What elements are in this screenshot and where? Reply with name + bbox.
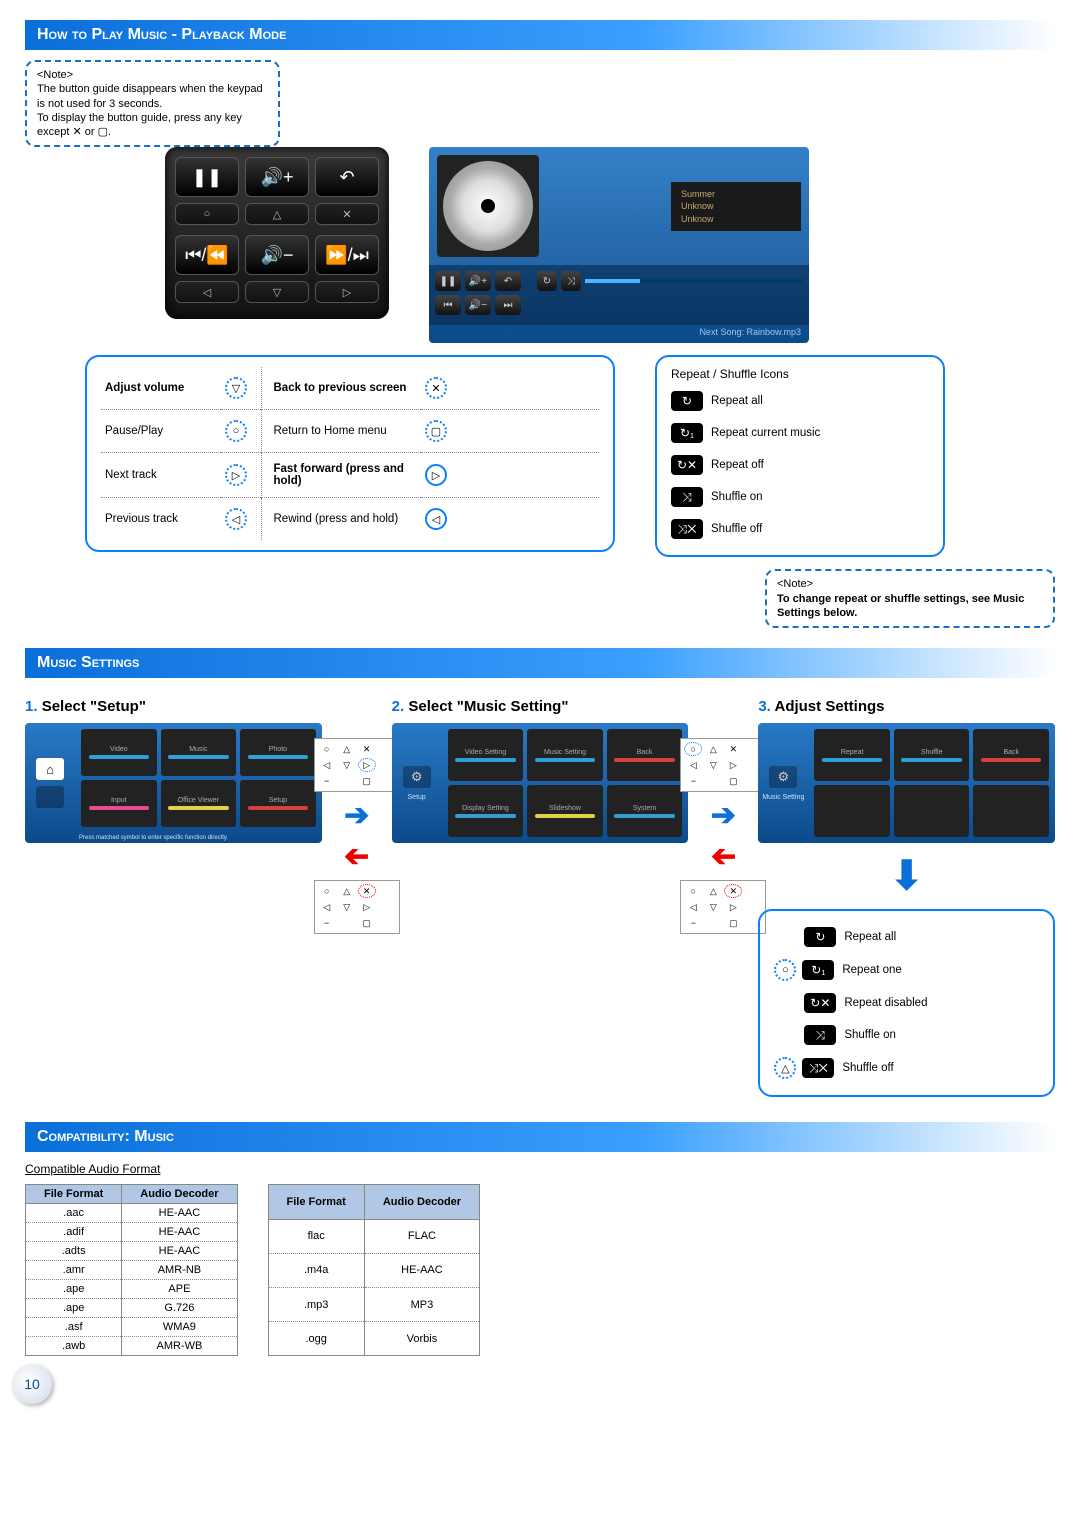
gear-icon: ⚙ [769,766,797,788]
repeat-all-icon: ↻ [671,391,703,411]
section-header: How to Play Music - Playback Mode [25,20,1055,50]
keypad-guide: ❚❚ 🔊+ ↶ ○ △ ✕ ⏮/⏪ 🔊− ⏩/⏭ ◁ ▽ [165,147,389,319]
prev-rewind-icon: ⏮/⏪ [175,235,239,275]
repeat-off-icon: ↻✕ [804,993,836,1013]
key-left-icon: ◁ [175,281,239,303]
compat-table-1: File FormatAudio Decoder .aacHE-AAC .adi… [25,1184,238,1356]
button-legend-box: Adjust volume ▽ Back to previous screen … [85,355,615,552]
repeat-all-icon: ↻ [804,927,836,947]
note-line: The button guide disappears when the key… [37,82,268,111]
key-down-icon: ▽ [245,281,309,303]
key-x-icon: ✕ [315,203,379,225]
home-menu-preview: ⌂ Video Music Photo Input Office Viewer … [25,723,322,843]
compat-subtitle: Compatible Audio Format [25,1162,1055,1176]
key-circle-icon: ○ [774,959,796,981]
shuffle-on-icon: ⤨ [804,1025,836,1045]
pause-icon: ❚❚ [175,157,239,197]
step-title: 3. Adjust Settings [758,698,1055,715]
step-title: 1. Select "Setup" [25,698,322,715]
music-setting-preview: ⚙ Music Setting Repeat Shuffle Back [758,723,1055,843]
key-right-icon: ▷ [425,464,447,486]
key-left-icon: ◁ [225,508,247,530]
key-circle-icon: ○ [175,203,239,225]
note-tag: <Note> [37,68,268,82]
nav-arrows: ○△✕◁▽▷−▢ ➔ ➔ ○△✕◁▽▷−▢ [332,738,382,934]
key-square-icon: ▢ [425,420,447,442]
note-line: To change repeat or shuffle settings, se… [777,592,1043,621]
page-number: 10 [12,1364,52,1404]
repeat-shuffle-legend-box: Repeat / Shuffle Icons ↻Repeat all ↻₁Rep… [655,355,945,557]
gear-icon: ⚙ [403,766,431,788]
step-title: 2. Select "Music Setting" [392,698,689,715]
section-header: Compatibility: Music [25,1122,1055,1152]
shuffle-off-icon: ⤨✕ [671,519,703,539]
key-left-icon: ◁ [425,508,447,530]
remote-icon [36,786,64,808]
shuffle-off-icon: ⤨✕ [802,1058,834,1078]
key-up-icon: △ [245,203,309,225]
key-circle-icon: ○ [225,420,247,442]
volume-down-icon: 🔊− [245,235,309,275]
legend-title: Repeat / Shuffle Icons [671,367,929,381]
down-arrow-icon: ⬇ [758,853,1055,899]
repeat-off-icon: ↻✕ [671,455,703,475]
note-box: <Note> To change repeat or shuffle setti… [765,569,1055,628]
key-right-icon: ▷ [225,464,247,486]
back-icon: ↶ [315,157,379,197]
volume-up-icon: 🔊+ [245,157,309,197]
setup-menu-preview: ⚙ Setup Video Setting Music Setting Back… [392,723,689,843]
nav-arrows: ○△✕◁▽▷−▢ ➔ ➔ ○△✕◁▽▷−▢ [698,738,748,934]
disc-icon [443,161,533,251]
note-line: To display the button guide, press any k… [37,111,268,140]
key-up-icon: △ [774,1057,796,1079]
key-x-icon: ✕ [425,377,447,399]
home-icon: ⌂ [36,758,64,780]
key-right-icon: ▷ [315,281,379,303]
music-player-preview: Summer Unknow Unknow ❚❚🔊+↶ ↻⤨ ⏮🔊−⏭ [429,147,809,343]
compat-table-2: File FormatAudio Decoder flacFLAC .m4aHE… [268,1184,481,1356]
shuffle-on-icon: ⤨ [671,487,703,507]
adjust-settings-legend: ↻Repeat all ○↻₁Repeat one ↻✕Repeat disab… [758,909,1055,1097]
section-header: Music Settings [25,648,1055,678]
repeat-one-icon: ↻₁ [802,960,834,980]
next-song-label: Next Song: Rainbow.mp3 [429,325,809,343]
track-list: Summer Unknow Unknow [671,182,801,232]
repeat-one-icon: ↻₁ [671,423,703,443]
key-down-icon: ▽ [225,377,247,399]
note-tag: <Note> [777,577,1043,591]
next-ff-icon: ⏩/⏭ [315,235,379,275]
note-box: <Note> The button guide disappears when … [25,60,280,147]
